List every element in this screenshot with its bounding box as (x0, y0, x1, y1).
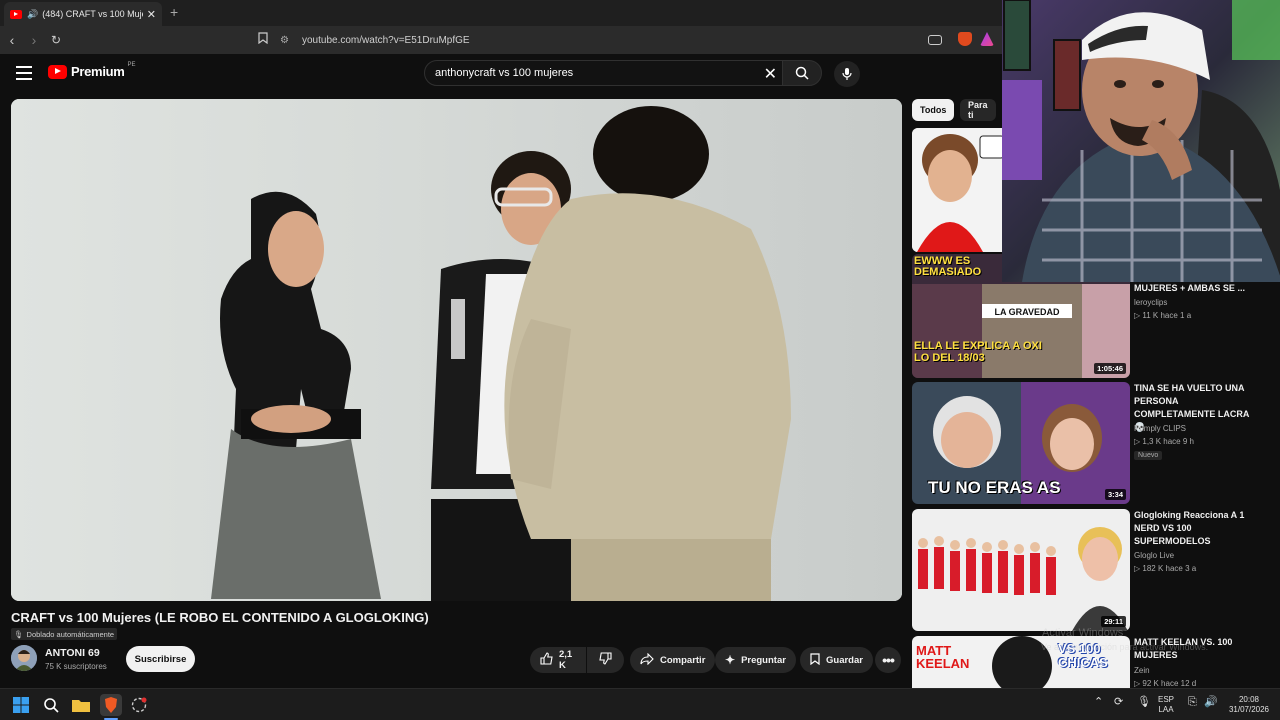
youtube-favicon-icon (10, 9, 22, 19)
bookmark-icon[interactable] (258, 32, 268, 47)
chip-para-ti[interactable]: Para ti (960, 99, 996, 121)
watermark-line1: Activar Windows (1042, 627, 1124, 639)
recommendation-meta: ▷ 92 K hace 12 d (1134, 679, 1197, 688)
share-button[interactable]: Compartir (630, 647, 716, 673)
browser-tab[interactable]: 🔊 (484) CRAFT vs 100 Mujeres ( ✕ (4, 2, 162, 26)
sparkle-icon: ✦ (725, 653, 736, 667)
youtube-header: Premium PE anthonycraft vs 100 mujeres ✕ (0, 54, 1002, 94)
microphone-icon (842, 68, 852, 80)
file-explorer-icon[interactable] (72, 696, 90, 714)
clear-search-icon[interactable]: ✕ (764, 64, 777, 84)
brave-shield-icon[interactable] (958, 32, 972, 46)
app-icon[interactable] (130, 696, 148, 714)
voice-search-button[interactable] (834, 61, 860, 87)
thumb-caption-bottom: ELLA LE EXPLICA A OXI LO DEL 18/03 (914, 340, 1042, 364)
language-indicator[interactable]: ESP LAA (1158, 695, 1174, 715)
language-code: ESP (1158, 695, 1175, 704)
channel-avatar[interactable] (11, 645, 37, 671)
more-icon: ••• (882, 652, 895, 668)
search-input[interactable]: anthonycraft vs 100 mujeres ✕ (424, 60, 784, 86)
reload-icon[interactable]: ↻ (46, 30, 66, 50)
clock-time: 20:08 (1238, 695, 1260, 704)
show-hidden-icons[interactable]: ⌃ (1094, 697, 1103, 708)
windows-activation-watermark: Activar Windows Ve a Configuración para … (1041, 626, 1209, 654)
country-code: PE (127, 61, 136, 68)
watermark-line2: Ve a Configuración para activar Windows. (1041, 642, 1209, 652)
bookmark-save-icon (810, 652, 820, 668)
dubbed-icon: 🎙 (14, 629, 24, 639)
youtube-play-icon (48, 64, 67, 79)
recommendation-channel[interactable]: leroyclips (1134, 298, 1167, 307)
dubbed-label: Doblado automáticamente (26, 629, 115, 639)
video-scene (211, 106, 791, 601)
search-button[interactable] (782, 60, 822, 86)
network-icon[interactable]: ⎘ (1188, 697, 1197, 708)
recommendation-meta: ▷ 1,3 K hace 9 h (1134, 437, 1194, 446)
video-thumbnail[interactable]: TU NO ERAS AS 3:34 (912, 382, 1130, 504)
clock[interactable]: 20:08 31/07/2026 (1226, 695, 1272, 715)
logo-text: Premium (71, 64, 125, 79)
microphone-tray-icon[interactable]: 🎙 (1137, 697, 1151, 708)
forward-icon[interactable]: › (24, 30, 44, 50)
new-badge: Nuevo (1134, 451, 1163, 460)
like-count: 2,1 K (559, 649, 573, 671)
thumb-caption: TU NO ERAS AS (928, 478, 1061, 497)
duration-badge: 3:34 (1104, 489, 1126, 500)
recommendation-title[interactable]: Glogloking Reacciona A 1 NERD VS 100 SUP… (1134, 509, 1254, 548)
channel-name[interactable]: ANTONI 69 (45, 647, 100, 659)
windows-taskbar: ⌃ ⟳ 🎙 ESP LAA ⎘ 🔊 20:08 31/07/2026 (0, 688, 1280, 720)
subscriber-count: 75 K suscriptores (45, 662, 107, 671)
recommendation-channel[interactable]: Pumply CLIPS (1134, 424, 1186, 433)
recommendation-channel[interactable]: Zein (1134, 666, 1150, 675)
search-taskbar-icon[interactable] (42, 696, 60, 714)
video-title: CRAFT vs 100 Mujeres (LE ROBO EL CONTENI… (11, 610, 429, 625)
address-bar[interactable]: ⚙ youtube.com/watch?v=E51DruMpfGE (280, 30, 1000, 50)
ask-button[interactable]: ✦ Preguntar (715, 647, 796, 673)
volume-icon[interactable]: 🔊 (1204, 697, 1218, 708)
keyboard-layout: LAA (1158, 705, 1174, 714)
brave-browser-icon[interactable] (100, 694, 122, 716)
video-player[interactable] (11, 99, 902, 601)
chip-todos[interactable]: Todos (912, 99, 955, 121)
search-icon (795, 66, 809, 80)
ask-label: Preguntar (741, 654, 786, 666)
thumb-caption-top: EWWW ES DEMASIADO (914, 255, 982, 278)
new-tab-button[interactable]: + (170, 4, 178, 20)
svg-text:LA GRAVEDAD: LA GRAVEDAD (995, 307, 1061, 317)
save-button[interactable]: Guardar (800, 647, 873, 673)
windows-start-icon[interactable] (12, 696, 30, 714)
subscribe-button[interactable]: Suscribirse (126, 646, 195, 672)
dubbed-badge: 🎙 Doblado automáticamente (11, 628, 118, 640)
tab-close-icon[interactable]: ✕ (147, 8, 156, 21)
url-text: youtube.com/watch?v=E51DruMpfGE (302, 34, 470, 46)
cast-icon[interactable] (928, 35, 942, 45)
share-icon (640, 652, 654, 668)
clock-date: 31/07/2026 (1228, 705, 1270, 714)
duration-badge: 1:05:46 (1094, 363, 1126, 374)
speaker-icon[interactable]: 🔊 (27, 9, 38, 20)
thumbs-up-icon (540, 652, 553, 668)
like-button[interactable]: 2,1 K (530, 647, 586, 673)
video-thumbnail[interactable]: 29:11 (912, 509, 1130, 631)
youtube-premium-logo[interactable]: Premium PE (48, 61, 136, 79)
thumb-caption-left: MATT KEELAN (916, 643, 970, 671)
share-label: Compartir (660, 654, 706, 666)
back-icon[interactable]: ‹ (2, 30, 22, 50)
tab-title: (484) CRAFT vs 100 Mujeres ( (42, 9, 143, 19)
recommendation-meta: ▷ 11 K hace 1 a (1134, 311, 1192, 320)
site-settings-icon[interactable]: ⚙ (280, 35, 294, 46)
recommendation-title[interactable]: MUJERES + AMBAS SE ... (1134, 282, 1254, 295)
save-label: Guardar (826, 654, 863, 666)
more-actions-button[interactable]: ••• (875, 647, 901, 673)
recommendation-channel[interactable]: Gloglo Live (1134, 551, 1174, 560)
menu-icon[interactable] (16, 66, 32, 80)
search-value: anthonycraft vs 100 mujeres (435, 67, 574, 79)
webcam-overlay (1002, 0, 1280, 282)
dislike-button[interactable] (587, 647, 624, 673)
thumbs-down-icon (599, 652, 612, 668)
recommendation-meta: ▷ 182 K hace 3 a (1134, 564, 1197, 573)
sync-icon[interactable]: ⟳ (1114, 697, 1123, 708)
